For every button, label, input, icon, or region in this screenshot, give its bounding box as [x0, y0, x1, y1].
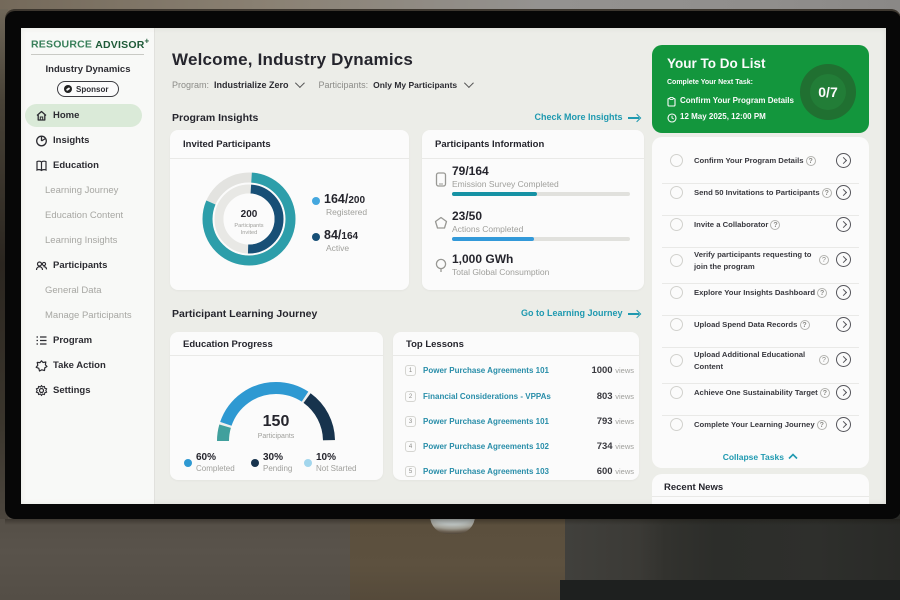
svg-text:Participants: Participants: [258, 433, 295, 440]
svg-text:200: 200: [241, 209, 258, 220]
svg-text:150: 150: [263, 413, 290, 430]
svg-text:Invited: Invited: [241, 230, 257, 236]
svg-text:Participants: Participants: [234, 223, 263, 229]
